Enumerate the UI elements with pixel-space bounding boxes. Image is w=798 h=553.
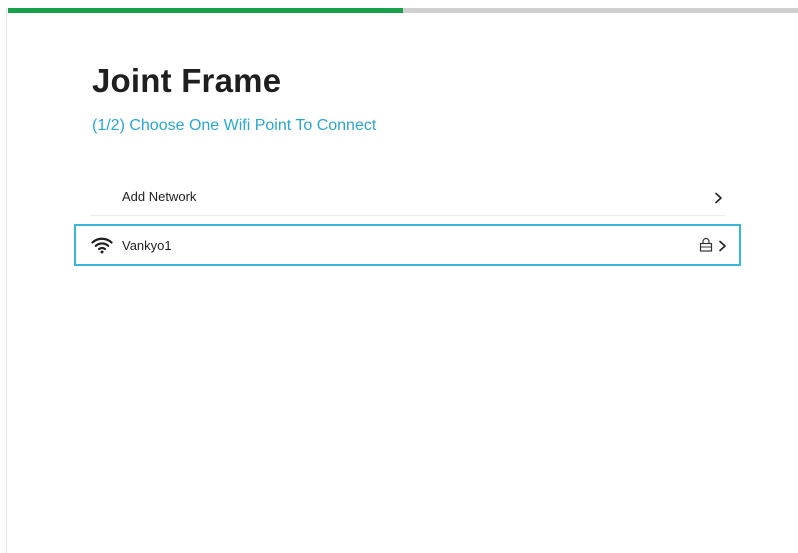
add-network-row[interactable]: Add Network xyxy=(90,178,725,216)
progress-bar-fill xyxy=(8,8,403,13)
add-network-label: Add Network xyxy=(122,189,197,204)
chevron-right-icon xyxy=(718,239,727,252)
chevron-right-icon xyxy=(714,191,723,203)
wifi-network-row[interactable]: Vankyo1 xyxy=(74,224,741,266)
progress-bar xyxy=(8,8,798,13)
wifi-icon xyxy=(91,236,113,254)
wifi-ssid-label: Vankyo1 xyxy=(122,237,172,253)
page-subtitle: (1/2) Choose One Wifi Point To Connect xyxy=(92,117,377,134)
lock-icon xyxy=(699,237,713,252)
page-title: Joint Frame xyxy=(92,62,282,99)
network-list: Add Network Vankyo1 xyxy=(74,178,741,266)
